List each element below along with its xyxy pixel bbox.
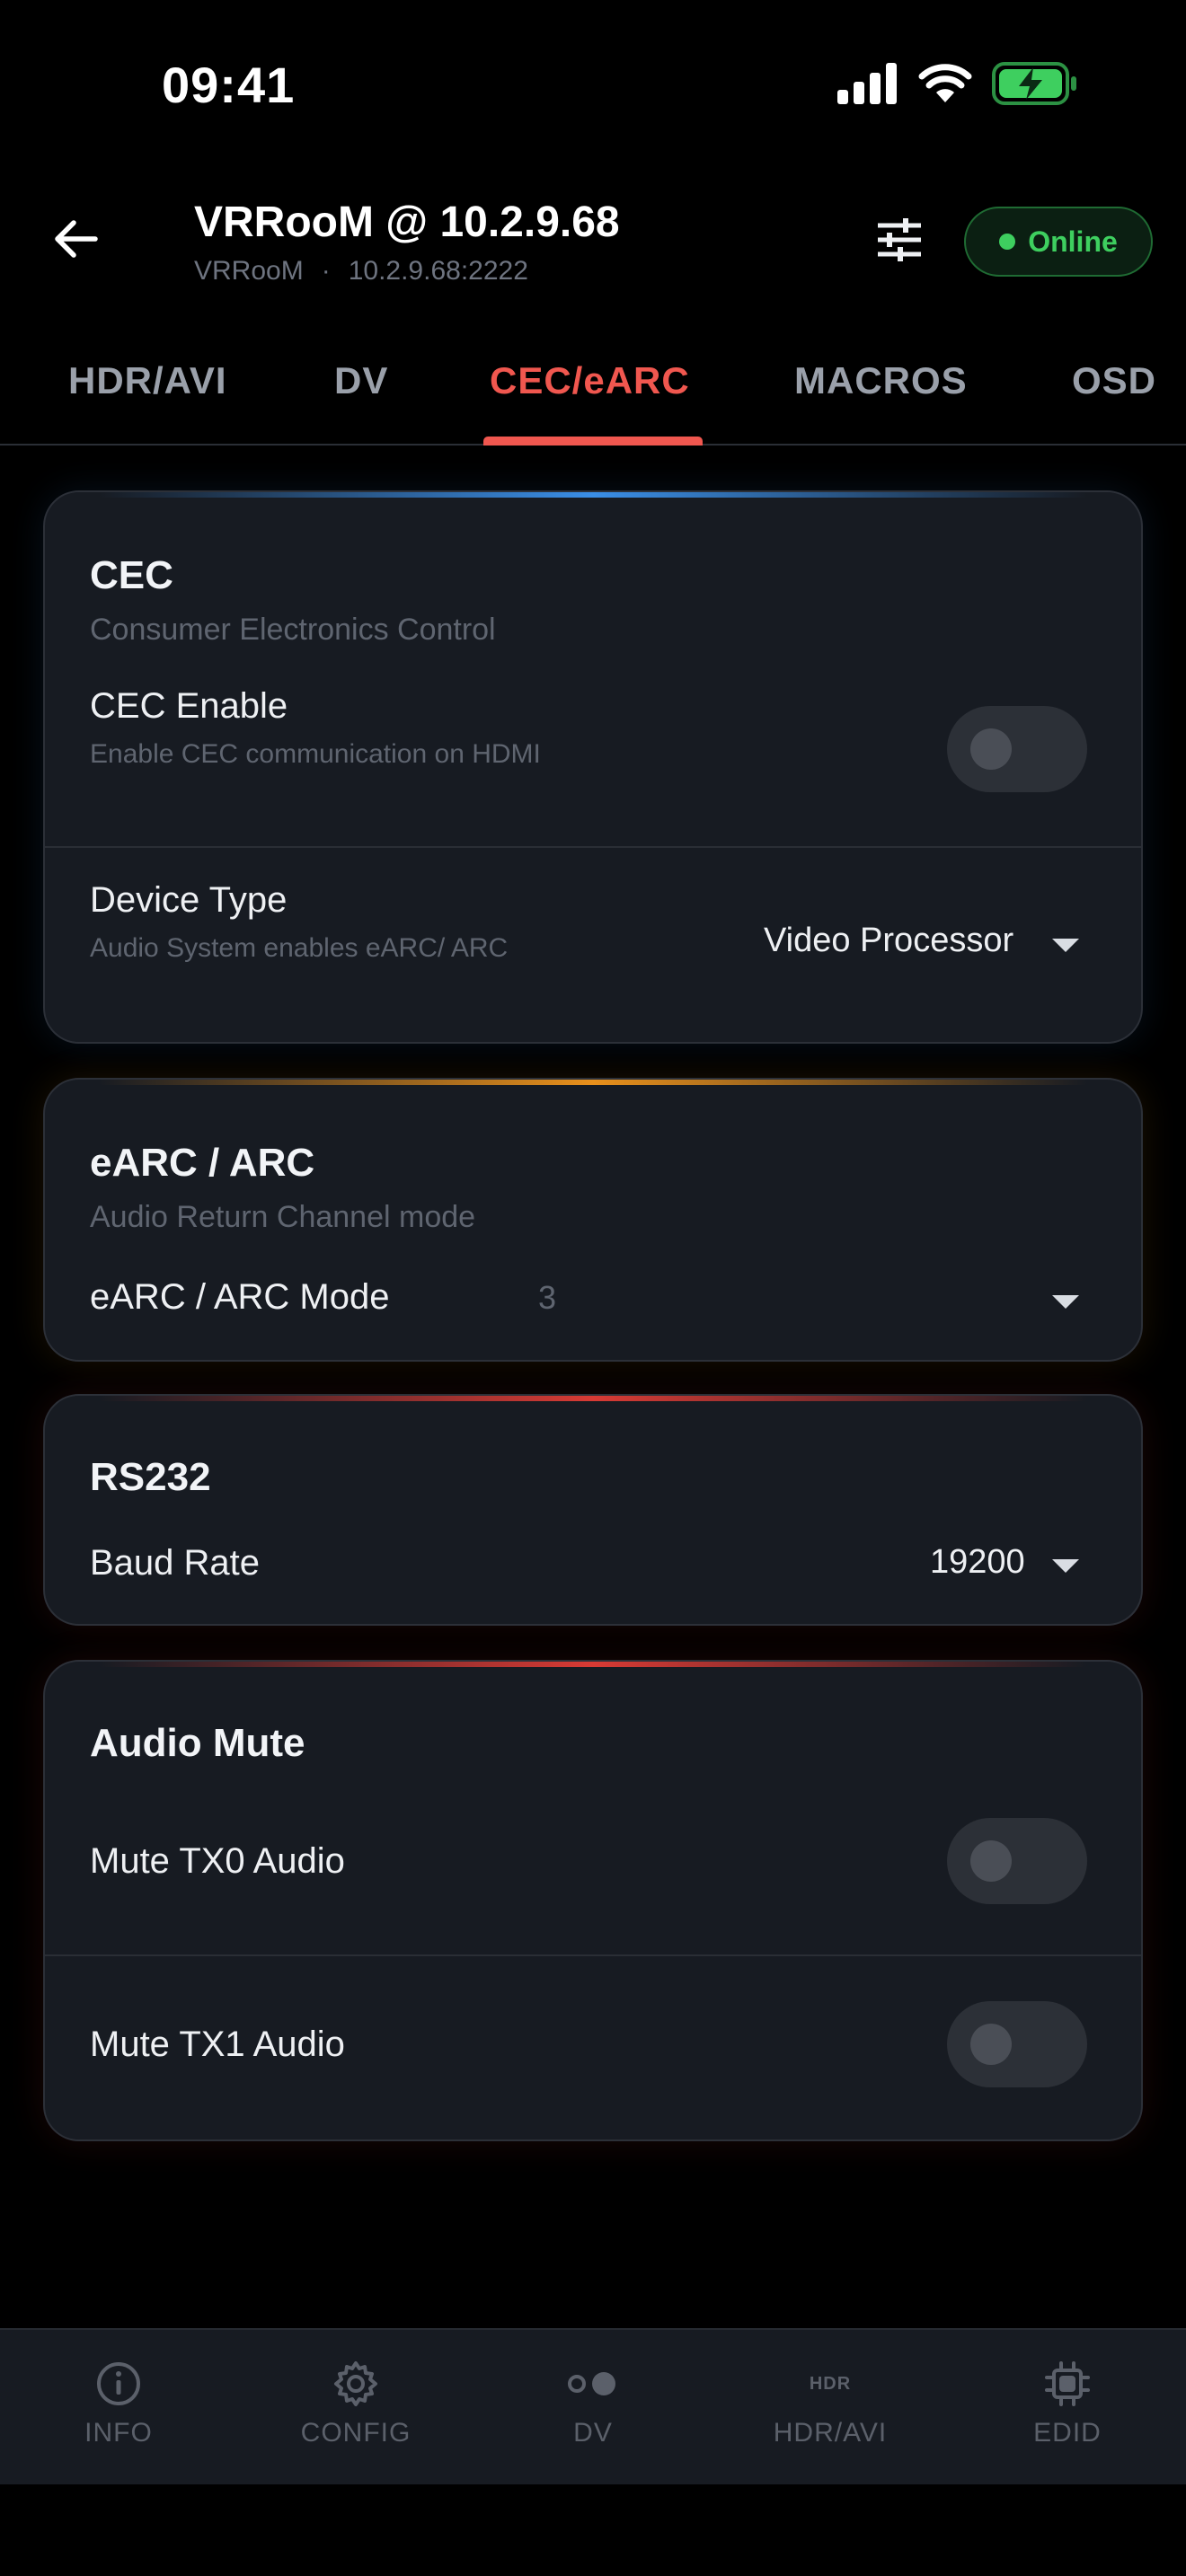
tune-sliders-icon: [878, 218, 921, 261]
earc-mode-select[interactable]: 3: [538, 1279, 556, 1317]
page-title: VRRooM @ 10.2.9.68: [194, 198, 620, 246]
nav-dv-label: DV: [573, 2418, 613, 2448]
bottom-nav: INFO CONFIG DV HDR HDR/AVI EDID: [0, 2328, 1186, 2484]
status-time: 09:41: [162, 57, 296, 113]
wifi-icon: [918, 63, 972, 109]
toggle-knob: [970, 2024, 1012, 2065]
baud-rate-label: Baud Rate: [90, 1543, 261, 1583]
cec-accent-line: [99, 492, 1087, 498]
screen: 09:41 VRRooM @ 10.2.9.68 VRRooM · 10.2.9…: [0, 0, 1186, 2576]
subtitle-separator: ·: [321, 256, 331, 286]
arrow-left-icon: [55, 220, 98, 258]
device-type-select[interactable]: Video Processor: [764, 922, 1013, 960]
mute-tx0-label: Mute TX0 Audio: [90, 1841, 345, 1881]
earc-accent-line: [99, 1080, 1087, 1085]
tab-dv[interactable]: DV: [334, 359, 388, 402]
nav-config[interactable]: CONFIG: [237, 2330, 474, 2486]
toggle-knob: [970, 1840, 1012, 1882]
rs232-title: RS232: [90, 1455, 211, 1499]
nav-hdr-avi-label: HDR/AVI: [773, 2418, 888, 2448]
tab-hdr-avi[interactable]: HDR/AVI: [68, 359, 227, 402]
cec-enable-toggle[interactable]: [947, 706, 1087, 792]
active-tab-indicator: [483, 437, 703, 446]
earc-mode-label: eARC / ARC Mode: [90, 1277, 390, 1317]
tab-osd[interactable]: OSD: [1072, 359, 1156, 402]
hdr-icon-text: HDR: [809, 2373, 852, 2394]
nav-info[interactable]: INFO: [0, 2330, 237, 2486]
baud-rate-chevron-down-icon[interactable]: [1052, 1559, 1079, 1573]
status-icons: [836, 61, 1078, 110]
audio-mute-accent-line: [99, 1662, 1087, 1667]
cellular-signal-icon: [836, 62, 898, 109]
nav-dv[interactable]: DV: [474, 2330, 712, 2486]
cec-subtitle: Consumer Electronics Control: [90, 613, 496, 647]
back-button[interactable]: [43, 207, 108, 271]
device-name: VRRooM: [194, 256, 304, 286]
tab-cec-earc[interactable]: CEC/eARC: [490, 359, 690, 402]
earc-title: eARC / ARC: [90, 1141, 315, 1185]
earc-mode-chevron-down-icon[interactable]: [1052, 1295, 1079, 1309]
cec-card: CEC Consumer Electronics Control CEC Ena…: [43, 490, 1143, 1044]
title-block: VRRooM @ 10.2.9.68 VRRooM · 10.2.9.68:22…: [194, 198, 620, 287]
earc-card: eARC / ARC Audio Return Channel mode eAR…: [43, 1078, 1143, 1362]
audio-mute-card: Audio Mute Mute TX0 Audio Mute TX1 Audio: [43, 1660, 1143, 2141]
audio-mute-divider: [45, 1954, 1141, 1956]
cec-enable-description: Enable CEC communication on HDMI: [90, 739, 541, 769]
device-type-chevron-down-icon[interactable]: [1052, 939, 1079, 952]
online-status-text: Online: [1028, 225, 1118, 258]
nav-edid[interactable]: EDID: [949, 2330, 1186, 2486]
rs232-accent-line: [99, 1396, 1087, 1401]
status-bar: 09:41: [0, 0, 1186, 171]
nav-info-label: INFO: [84, 2418, 153, 2448]
cec-title: CEC: [90, 553, 173, 597]
rs232-card: RS232 Baud Rate 19200: [43, 1394, 1143, 1626]
mute-tx0-toggle[interactable]: [947, 1818, 1087, 1904]
nav-config-label: CONFIG: [300, 2418, 412, 2448]
mute-tx1-label: Mute TX1 Audio: [90, 2025, 345, 2064]
page-subtitle: VRRooM · 10.2.9.68:2222: [194, 256, 620, 287]
tab-macros[interactable]: MACROS: [794, 359, 968, 402]
gear-icon: [329, 2357, 383, 2411]
device-type-description: Audio System enables eARC/ ARC: [90, 933, 509, 963]
online-status-badge: Online: [964, 207, 1153, 277]
dv-icon: [566, 2357, 620, 2411]
chip-icon: [1040, 2357, 1094, 2411]
baud-rate-select[interactable]: 19200: [930, 1543, 1025, 1582]
nav-edid-label: EDID: [1033, 2418, 1102, 2448]
cec-divider: [45, 846, 1141, 848]
online-dot-icon: [999, 234, 1016, 250]
hdr-icon: HDR: [803, 2357, 857, 2411]
settings-tune-button[interactable]: [872, 212, 927, 268]
tab-bar: HDR/AVI DV CEC/eARC MACROS OSD: [0, 341, 1186, 446]
info-icon: [92, 2357, 146, 2411]
toggle-knob: [970, 728, 1012, 770]
device-address: 10.2.9.68:2222: [348, 256, 528, 286]
app-header: VRRooM @ 10.2.9.68 VRRooM · 10.2.9.68:22…: [0, 180, 1186, 305]
audio-mute-title: Audio Mute: [90, 1721, 305, 1765]
mute-tx1-toggle[interactable]: [947, 2001, 1087, 2087]
battery-charging-icon: [992, 61, 1078, 110]
earc-subtitle: Audio Return Channel mode: [90, 1200, 476, 1234]
cec-enable-label: CEC Enable: [90, 686, 288, 726]
device-type-label: Device Type: [90, 880, 288, 920]
nav-hdr-avi[interactable]: HDR HDR/AVI: [712, 2330, 949, 2486]
